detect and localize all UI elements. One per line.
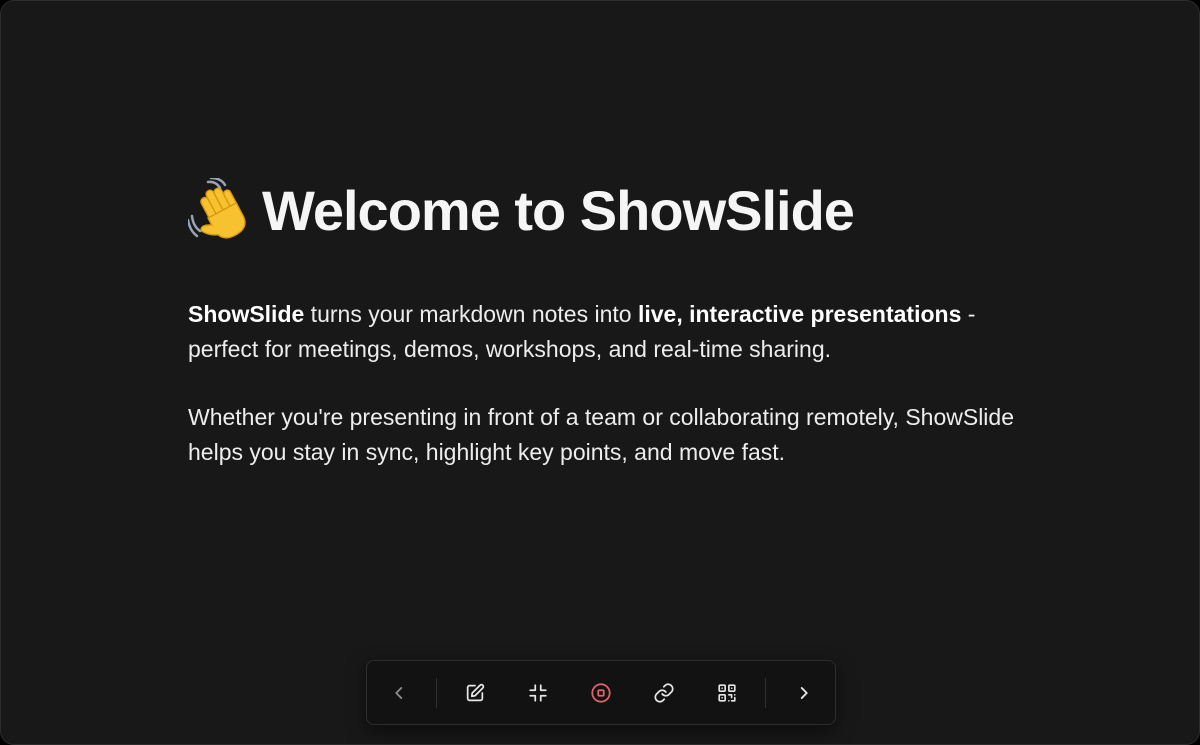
slide-title: Welcome to ShowSlide: [186, 173, 1028, 247]
toolbar-divider: [765, 678, 766, 708]
intro-text-part1: turns your markdown notes into: [304, 301, 638, 327]
next-slide-button[interactable]: [785, 674, 823, 712]
link-icon: [654, 683, 674, 703]
presentation-window: Welcome to ShowSlide ShowSlide turns you…: [0, 0, 1200, 745]
previous-slide-button[interactable]: [380, 674, 418, 712]
qr-code-icon: [718, 684, 736, 702]
intro-paragraph: ShowSlide turns your markdown notes into…: [188, 297, 988, 366]
exit-fullscreen-button[interactable]: [519, 674, 557, 712]
minimize-icon: [529, 684, 547, 702]
stop-presenting-button[interactable]: [582, 674, 620, 712]
intro-highlight: live, interactive presentations: [637, 301, 962, 327]
presentation-toolbar: [366, 660, 836, 725]
brand-name: ShowSlide: [188, 301, 305, 327]
edit-button[interactable]: [456, 674, 494, 712]
chevron-right-icon: [800, 687, 808, 699]
qr-code-button[interactable]: [708, 674, 746, 712]
edit-icon: [466, 683, 485, 702]
waving-hand-emoji: [186, 176, 252, 242]
slide-content: Welcome to ShowSlide ShowSlide turns you…: [186, 173, 1028, 469]
copy-link-button[interactable]: [645, 674, 683, 712]
toolbar-divider: [436, 678, 437, 708]
chevron-left-icon: [395, 687, 403, 699]
second-paragraph: Whether you're presenting in front of a …: [188, 404, 1015, 465]
stop-icon: [591, 683, 611, 703]
slide-title-text: Welcome to ShowSlide: [262, 178, 855, 242]
